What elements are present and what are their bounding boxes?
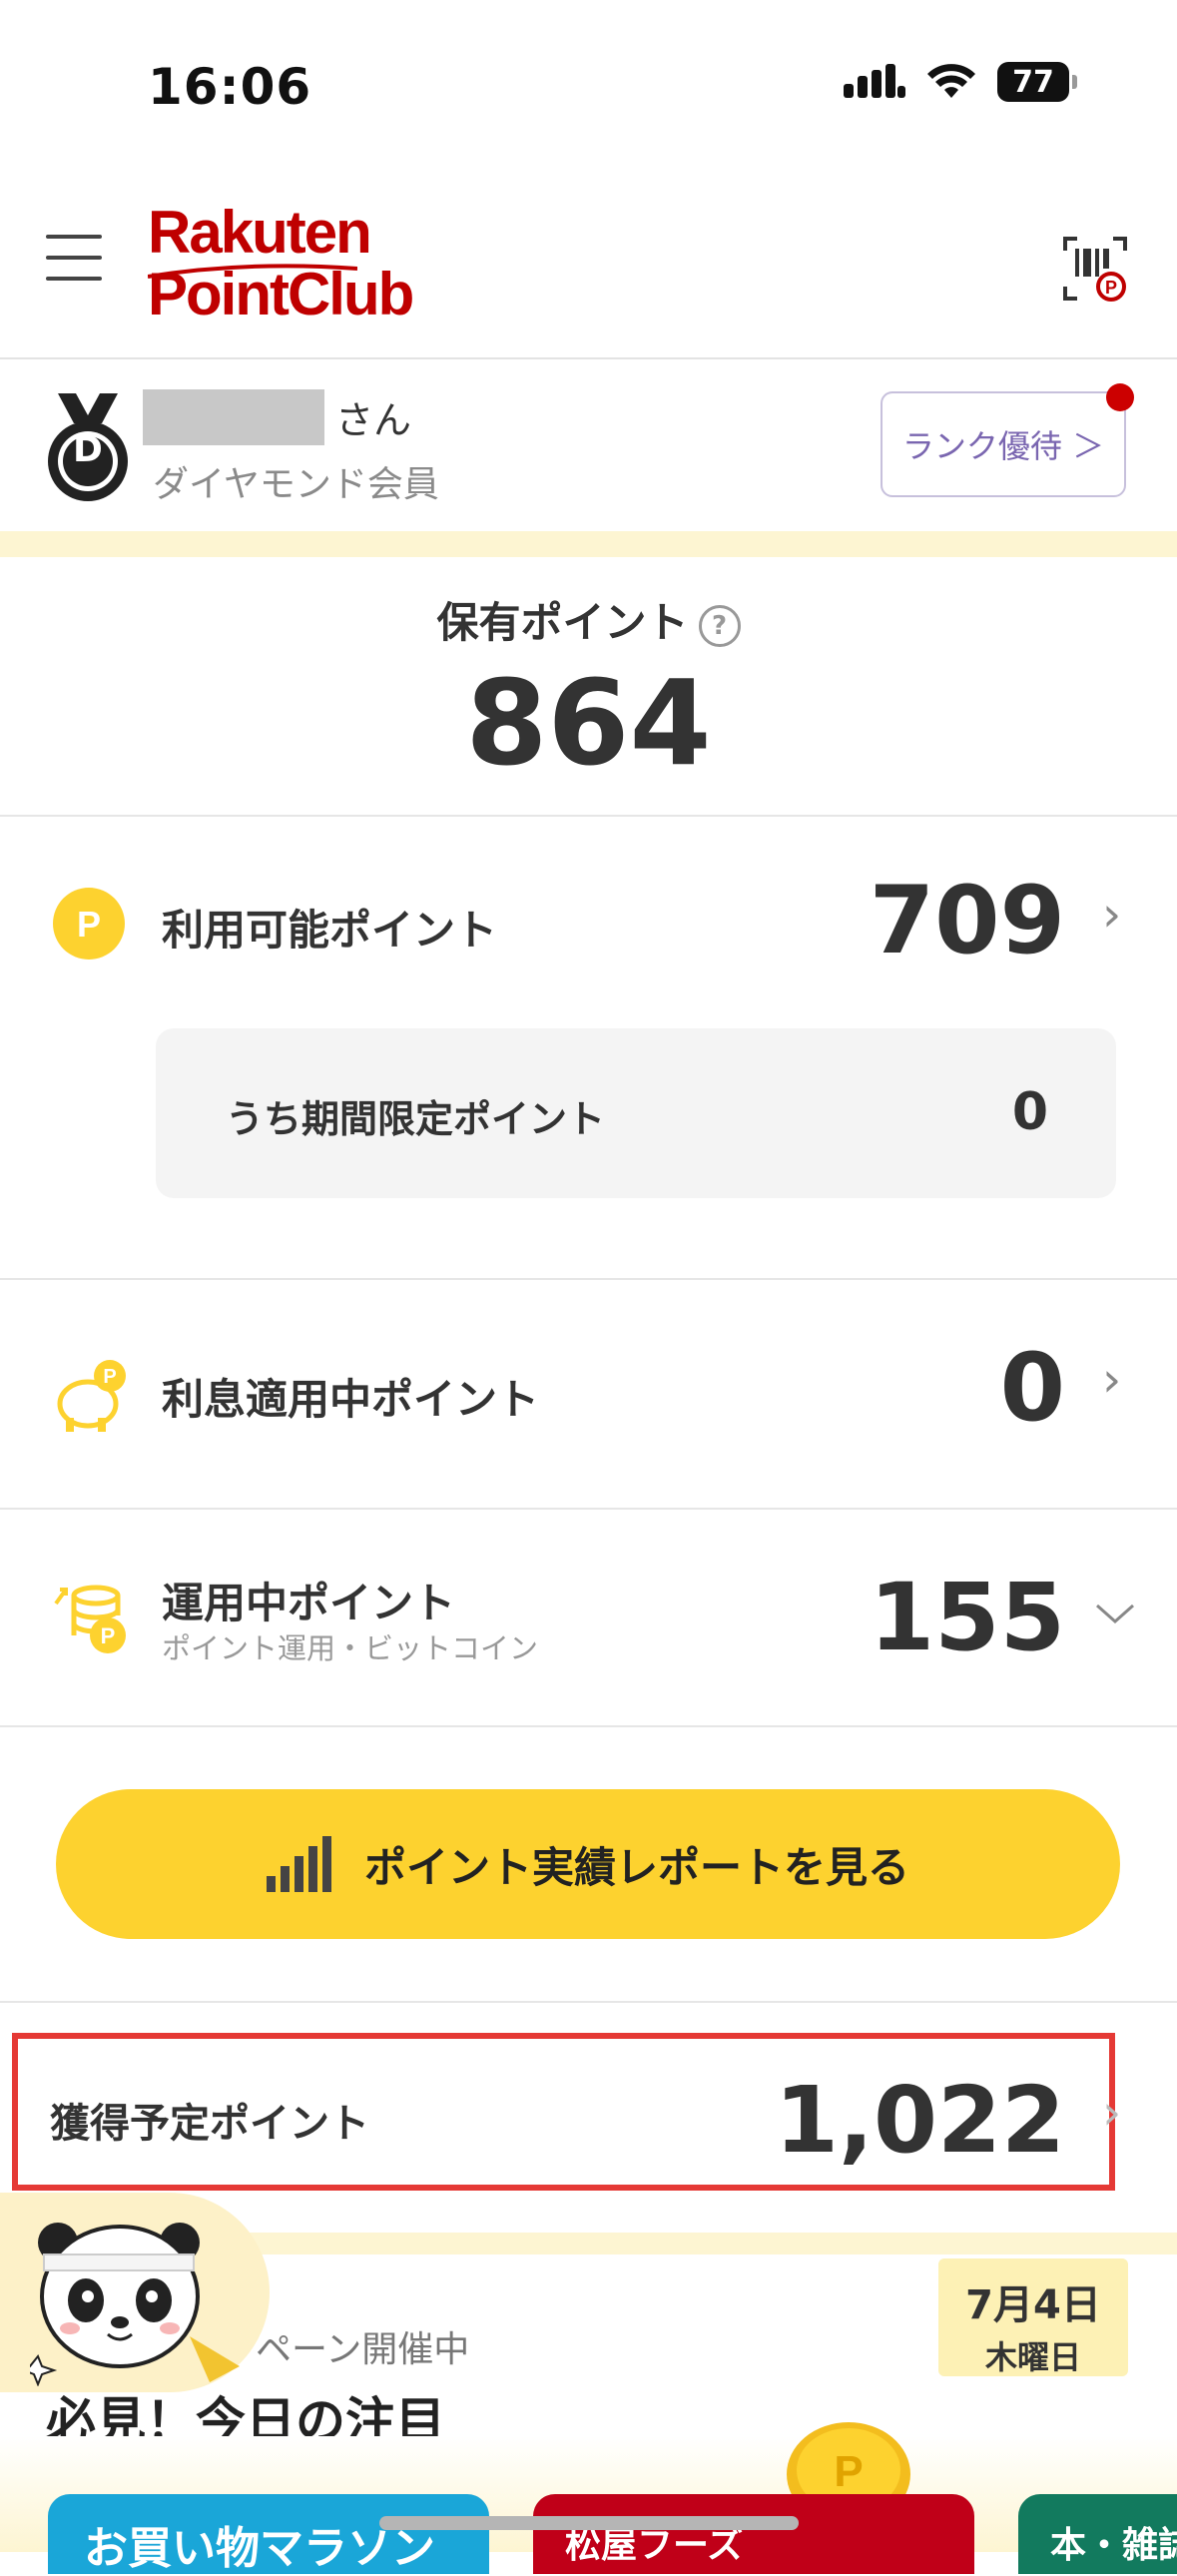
status-bar: 16:06 77: [0, 0, 1177, 150]
chevron-right-icon: ›: [1102, 2085, 1122, 2141]
section-separator: [0, 531, 1177, 557]
notification-dot: [1106, 383, 1134, 411]
date-text: 7月4日: [965, 2282, 1101, 2328]
svg-text:P: P: [77, 904, 101, 945]
pending-points-label: 獲得予定ポイント: [50, 2101, 369, 2147]
battery-icon: 77: [997, 62, 1077, 102]
coin-stack-icon: P: [54, 1585, 126, 1653]
interest-points-row[interactable]: P 利息適用中ポイント 0 ›: [0, 1280, 1177, 1508]
logo-line-1: Rakuten: [148, 199, 372, 266]
home-indicator[interactable]: [379, 2516, 799, 2530]
limited-points-value: 0: [1011, 1082, 1048, 1142]
svg-text:P: P: [103, 1366, 116, 1388]
panda-mascot-icon[interactable]: [30, 2217, 260, 2386]
status-time: 16:06: [148, 58, 312, 116]
point-card-scan-icon[interactable]: P: [1061, 235, 1129, 303]
logo-swoosh-icon: [148, 264, 357, 279]
held-points-label: 保有ポイント?: [0, 589, 1177, 650]
point-report-label: ポイント実績レポートを見る: [363, 1842, 909, 1892]
chevron-right-icon: ›: [1102, 1352, 1122, 1408]
investing-points-value: 155: [869, 1564, 1065, 1672]
limited-points-label: うち期間限定ポイント: [226, 1097, 606, 1141]
divider: [0, 2001, 1177, 2003]
svg-text:P: P: [101, 1623, 116, 1648]
app-header: Rakuten PointClub P: [0, 180, 1177, 359]
held-points-value: 864: [465, 654, 712, 792]
svg-text:P: P: [834, 2447, 863, 2496]
user-name-redacted: [143, 389, 324, 445]
banner-books[interactable]: 本・雑誌: [1018, 2494, 1177, 2574]
banner-shopping-marathon[interactable]: お買い物マラソン: [48, 2494, 489, 2574]
piggy-bank-icon: P: [57, 1360, 126, 1432]
chevron-right-icon: ›: [1102, 887, 1122, 943]
rank-benefits-button[interactable]: ランク優待 ＞: [881, 391, 1126, 497]
wifi-icon: [927, 64, 975, 98]
available-points-label: 利用可能ポイント: [162, 906, 498, 955]
hamburger-menu-icon[interactable]: [46, 235, 102, 285]
point-report-button[interactable]: ポイント実績レポートを見る: [56, 1789, 1120, 1939]
banner-matsuya-foods[interactable]: 松屋フーズ: [533, 2494, 974, 2574]
interest-points-label: 利息適用中ポイント: [162, 1375, 540, 1424]
member-info: D さん ダイヤモンド会員 ランク優待 ＞: [0, 359, 1177, 529]
bar-chart-icon: [266, 1836, 331, 1892]
weekday-text: 木曜日: [984, 2338, 1081, 2376]
campaign-text: ペーン開催中: [256, 2329, 470, 2370]
date-badge: 7月4日 木曜日: [938, 2258, 1128, 2376]
pending-points-value: 1,022: [774, 2067, 1065, 2174]
help-icon[interactable]: ?: [698, 604, 741, 647]
investing-points-row[interactable]: P 運用中ポイント 155: [0, 1510, 1177, 1725]
chevron-down-icon: [1096, 1604, 1134, 1624]
available-points-value: 709: [869, 867, 1065, 975]
investing-points-label: 運用中ポイント: [162, 1579, 456, 1627]
cellular-signal-icon: [844, 64, 905, 98]
svg-text:P: P: [1105, 278, 1117, 298]
member-rank: ダイヤモンド会員: [153, 464, 439, 505]
interest-points-value: 0: [999, 1334, 1065, 1443]
status-icons: 77: [844, 62, 1077, 102]
investing-points-sublabel: ポイント運用・ビットコイン: [162, 1631, 539, 1665]
user-honorific: さん: [335, 398, 412, 442]
divider: [0, 1725, 1177, 1727]
badge-letter: D: [73, 429, 103, 470]
limited-points-box: うち期間限定ポイント 0: [156, 1028, 1116, 1198]
point-coin-icon: P: [53, 888, 125, 960]
